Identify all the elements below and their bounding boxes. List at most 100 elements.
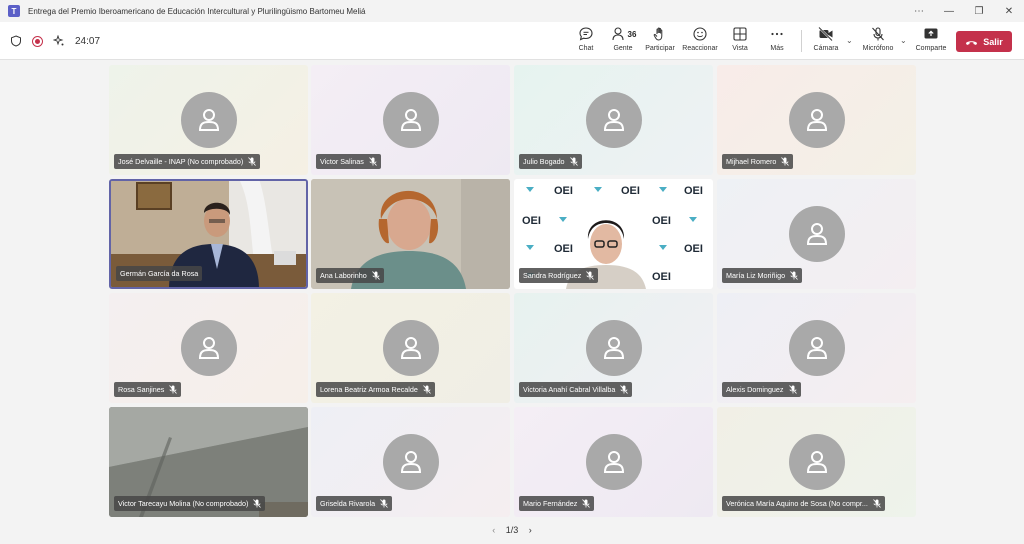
- avatar: [789, 92, 845, 148]
- toolbar-divider: [801, 30, 802, 52]
- participant-tile[interactable]: María Liz Moriñigo: [717, 179, 916, 289]
- more-options-icon[interactable]: ⋯: [904, 6, 934, 17]
- backdrop-logo-text: OEI: [621, 185, 640, 197]
- participant-tile[interactable]: Verónica María Aquino de Sosa (No compr.…: [717, 407, 916, 517]
- raise-hand-label: Participar: [645, 45, 675, 52]
- participant-name-tag: Sandra Rodríguez: [519, 268, 599, 283]
- participant-tile[interactable]: Victor Salinas: [311, 65, 510, 175]
- meeting-toolbar: 24:07 Chat 36 Gente Participar Reacciona…: [0, 22, 1024, 60]
- previous-page-icon[interactable]: ‹: [492, 525, 495, 535]
- share-button[interactable]: Comparte: [911, 26, 951, 52]
- camera-off-icon: [818, 26, 833, 42]
- participant-tile[interactable]: Mijhael Romero: [717, 65, 916, 175]
- avatar: [383, 92, 439, 148]
- participant-tile-video[interactable]: OEI OEI OEI OEI OEI OEI OEI OEI Sandra R…: [514, 179, 713, 289]
- participant-tile[interactable]: José Delvaille - INAP (No comprobado): [109, 65, 308, 175]
- person-icon: [198, 337, 220, 359]
- close-button[interactable]: ✕: [994, 6, 1024, 17]
- chat-icon: [579, 27, 593, 41]
- participant-name-tag: María Liz Moriñigo: [722, 268, 803, 283]
- participant-tile[interactable]: Victoria Anahí Cabral Villalba: [514, 293, 713, 403]
- person-icon: [400, 451, 422, 473]
- person-icon: [603, 337, 625, 359]
- participant-name-tag: Verónica María Aquino de Sosa (No compr.…: [722, 496, 885, 511]
- participant-tile-video[interactable]: Germán García da Rosa: [109, 179, 308, 289]
- participant-name: Griselda Rivarola: [320, 499, 376, 508]
- sparkle-icon[interactable]: [53, 35, 65, 47]
- people-icon-group: 36: [610, 26, 636, 42]
- participant-tile[interactable]: Griselda Rivarola: [311, 407, 510, 517]
- person-icon: [198, 109, 220, 131]
- mic-muted-icon: [169, 385, 178, 394]
- participant-name-tag: Alexis Dominguez: [722, 382, 801, 397]
- participant-name-tag: Victor Salinas: [316, 154, 381, 169]
- avatar: [586, 320, 642, 376]
- participant-tile[interactable]: Mario Fernández: [514, 407, 713, 517]
- participant-name: María Liz Moriñigo: [726, 271, 786, 280]
- hand-icon: [653, 27, 663, 41]
- person-icon: [806, 451, 828, 473]
- participant-tile[interactable]: Julio Bogado: [514, 65, 713, 175]
- minimize-button[interactable]: —: [934, 6, 964, 17]
- react-label: Reaccionar: [682, 45, 718, 52]
- participant-name: Mijhael Romero: [726, 157, 777, 166]
- more-button[interactable]: Más: [757, 26, 797, 52]
- avatar: [789, 434, 845, 490]
- leave-button[interactable]: Salir: [956, 31, 1012, 52]
- participant-tile-video[interactable]: Ana Laborinho: [311, 179, 510, 289]
- gallery-pager: ‹ 1/3 ›: [0, 525, 1024, 535]
- mic-muted-icon: [569, 157, 578, 166]
- window-controls: ⋯ — ❐ ✕: [904, 0, 1024, 22]
- react-button[interactable]: Reaccionar: [680, 26, 720, 52]
- participant-name-tag: José Delvaille - INAP (No comprobado): [114, 154, 261, 169]
- mic-muted-icon: [582, 499, 591, 508]
- mic-muted-icon: [248, 157, 257, 166]
- meeting-status: 24:07: [10, 22, 100, 60]
- view-button[interactable]: Vista: [720, 26, 760, 52]
- person-icon: [806, 337, 828, 359]
- participant-name: Mario Fernández: [523, 499, 578, 508]
- mic-muted-icon: [873, 499, 881, 508]
- camera-button[interactable]: Cámara: [806, 26, 846, 52]
- page-indicator: 1/3: [505, 525, 519, 535]
- mic-muted-icon: [586, 271, 595, 280]
- mic-off-icon: [872, 27, 884, 41]
- people-label: Gente: [613, 45, 633, 52]
- mic-muted-icon: [369, 157, 377, 166]
- backdrop-logo-text: OEI: [554, 185, 573, 197]
- next-page-icon[interactable]: ›: [529, 525, 532, 535]
- participant-name: Lorena Beatriz Armoa Recalde: [320, 385, 418, 394]
- recording-icon[interactable]: [32, 35, 43, 47]
- participant-tile[interactable]: Lorena Beatriz Armoa Recalde: [311, 293, 510, 403]
- participant-tile[interactable]: Rosa Sanjines: [109, 293, 308, 403]
- participant-name: Ana Laborinho: [320, 271, 367, 280]
- people-button[interactable]: 36 Gente: [603, 26, 643, 52]
- person-icon: [400, 109, 422, 131]
- backdrop-logo-text: OEI: [684, 243, 703, 255]
- participant-tile[interactable]: Alexis Dominguez: [717, 293, 916, 403]
- chat-button[interactable]: Chat: [566, 26, 606, 52]
- meeting-timer: 24:07: [75, 35, 101, 47]
- participant-name: Victor Salinas: [320, 157, 364, 166]
- people-icon: [611, 27, 624, 41]
- participant-name-tag: Victoria Anahí Cabral Villalba: [519, 382, 633, 397]
- participant-name-tag: Lorena Beatriz Armoa Recalde: [316, 382, 435, 397]
- camera-options-chevron-icon[interactable]: ⌄: [846, 36, 853, 45]
- backdrop-logo-text: OEI: [652, 215, 671, 227]
- avatar: [789, 206, 845, 262]
- shield-icon[interactable]: [10, 35, 22, 47]
- raise-hand-button[interactable]: Participar: [640, 26, 680, 52]
- person-icon: [806, 109, 828, 131]
- backdrop-logo-text: OEI: [554, 243, 573, 255]
- mic-muted-icon: [790, 271, 798, 280]
- leave-label: Salir: [983, 36, 1003, 47]
- title-bar: T Entrega del Premio Iberoamericano de E…: [0, 0, 1024, 22]
- participant-tile-video[interactable]: Victor Tarecayu Molina (No comprobado): [109, 407, 308, 517]
- mic-muted-icon: [788, 385, 797, 394]
- mic-muted-icon: [781, 157, 790, 166]
- microphone-button[interactable]: Micrófono: [858, 26, 898, 52]
- participant-name: Victor Tarecayu Molina (No comprobado): [118, 499, 249, 508]
- restore-button[interactable]: ❐: [964, 6, 994, 17]
- mic-options-chevron-icon[interactable]: ⌄: [900, 36, 907, 45]
- view-label: Vista: [732, 45, 748, 52]
